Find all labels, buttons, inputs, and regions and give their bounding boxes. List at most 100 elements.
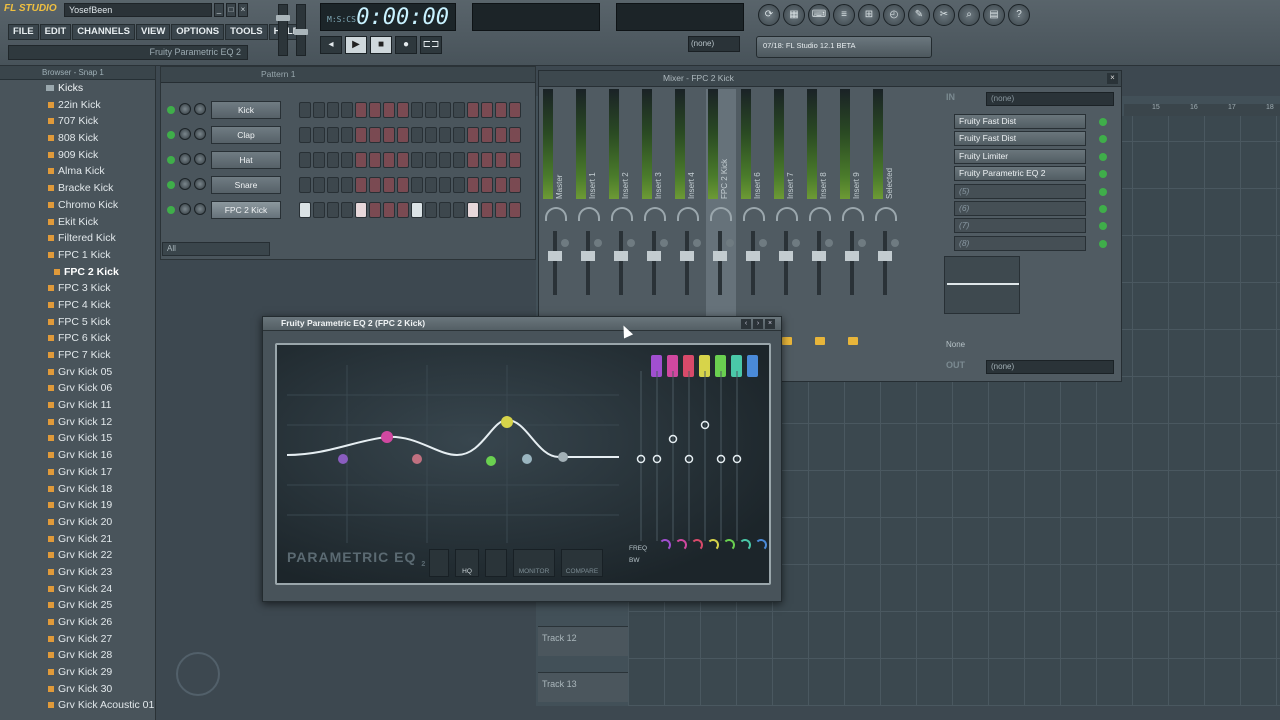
band-7-bandwidth-knob[interactable] [755,539,767,551]
browser-item[interactable]: 808 Kick [0,130,155,147]
channel-mute-led[interactable] [167,106,175,114]
step-button[interactable] [453,177,465,193]
step-button[interactable] [411,102,423,118]
strip-pan-knob[interactable] [809,207,831,221]
band-3-bandwidth-knob[interactable] [691,539,703,551]
step-button[interactable] [425,177,437,193]
step-button[interactable] [481,202,493,218]
lock-icon[interactable] [782,337,792,345]
browser-item[interactable]: Grv Kick 11 [0,397,155,414]
browser-item[interactable]: Grv Kick 21 [0,531,155,548]
plugin-options-button[interactable]: ‹ [741,319,751,329]
output-select[interactable]: (none) [986,360,1114,374]
play-button[interactable]: ▶ [345,36,367,54]
fx-enable-led[interactable] [1099,118,1107,126]
fx-slot[interactable]: Fruity Fast Dist [954,131,1107,147]
strip-send-knob[interactable] [759,239,767,247]
strip-pan-knob[interactable] [578,207,600,221]
step-button[interactable] [509,102,521,118]
strip-volume-fader[interactable] [845,231,859,295]
step-button[interactable] [341,102,353,118]
menu-options[interactable]: OPTIONS [171,24,225,40]
step-button[interactable] [313,177,325,193]
step-button[interactable] [425,127,437,143]
step-button[interactable] [355,127,367,143]
mixer-strip[interactable]: Selected [871,89,901,379]
browser-item[interactable]: FPC 7 Kick [0,347,155,364]
browser-item[interactable]: Alma Kick [0,163,155,180]
step-button[interactable] [369,102,381,118]
channel-volume-knob[interactable] [194,128,206,140]
step-button[interactable] [341,152,353,168]
step-button[interactable] [481,177,493,193]
fx-enable-led[interactable] [1099,170,1107,179]
band-6-bandwidth-knob[interactable] [739,539,751,551]
browser-item[interactable]: Grv Kick 30 [0,681,155,698]
strip-volume-fader[interactable] [779,231,793,295]
strip-pan-knob[interactable] [875,207,897,221]
step-button[interactable] [411,202,423,218]
track-label[interactable]: Track 12 [538,626,628,656]
step-button[interactable] [313,102,325,118]
help-icon[interactable]: ? [1008,4,1030,26]
strip-pan-knob[interactable] [710,207,732,221]
fx-enable-led[interactable] [1099,205,1107,213]
step-button[interactable] [397,152,409,168]
step-button[interactable] [467,177,479,193]
strip-volume-fader[interactable] [680,231,694,295]
mixer-strip[interactable]: Insert 9 [838,89,868,379]
channel-name-button[interactable]: Hat [211,151,281,169]
browser-item[interactable]: Grv Kick 05 [0,364,155,381]
eq-reset-button[interactable] [485,549,507,577]
user-name-field[interactable]: YosefBeen [64,3,212,17]
step-button[interactable] [509,127,521,143]
channel-filter-select[interactable]: All [162,242,270,256]
step-button[interactable] [383,202,395,218]
menu-edit[interactable]: EDIT [39,24,72,40]
step-button[interactable] [355,102,367,118]
master-pitch-slider[interactable] [294,4,308,56]
mixer-close-button[interactable]: × [1107,73,1118,84]
mixer-eq-display[interactable] [944,256,1020,314]
step-button[interactable] [467,152,479,168]
browser-item[interactable]: Grv Kick 15 [0,430,155,447]
fx-enable-led[interactable] [1099,135,1107,144]
mixer-icon[interactable]: ⊞ [858,4,880,26]
pattern-mode-button[interactable]: ⊏⊐ [420,36,442,54]
step-button[interactable] [327,127,339,143]
strip-volume-fader[interactable] [614,231,628,295]
strip-send-knob[interactable] [792,239,800,247]
strip-pan-knob[interactable] [842,207,864,221]
news-panel[interactable]: 07/18: FL Studio 12.1 BETA [756,36,932,58]
browser-item[interactable]: Grv Kick 19 [0,497,155,514]
strip-volume-fader[interactable] [812,231,826,295]
step-button[interactable] [411,127,423,143]
cpu-icon[interactable]: ◴ [883,4,905,26]
channel-name-button[interactable]: Snare [211,176,281,194]
step-button[interactable] [467,127,479,143]
eq-mode-switch[interactable] [429,549,449,577]
step-button[interactable] [383,102,395,118]
channel-rack-icon[interactable]: ≡ [833,4,855,26]
channel-pan-knob[interactable] [179,203,191,215]
strip-send-knob[interactable] [627,239,635,247]
step-button[interactable] [439,152,451,168]
strip-pan-knob[interactable] [545,207,567,221]
step-button[interactable] [369,152,381,168]
step-button[interactable] [299,177,311,193]
stop-button[interactable]: ■ [370,36,392,54]
strip-send-knob[interactable] [858,239,866,247]
step-button[interactable] [327,202,339,218]
step-button[interactable] [341,177,353,193]
browser-item[interactable]: FPC 2 Kick [0,264,155,281]
browser-item[interactable]: Grv Kick Acoustic 01 [0,697,155,714]
step-button[interactable] [397,202,409,218]
strip-send-knob[interactable] [594,239,602,247]
channel-pan-knob[interactable] [179,153,191,165]
browser-item[interactable]: Filtered Kick [0,230,155,247]
channel-name-button[interactable]: Kick [211,101,281,119]
step-button[interactable] [439,127,451,143]
band-level-sliders[interactable] [623,371,763,541]
step-button[interactable] [509,177,521,193]
channel-mute-led[interactable] [167,156,175,164]
